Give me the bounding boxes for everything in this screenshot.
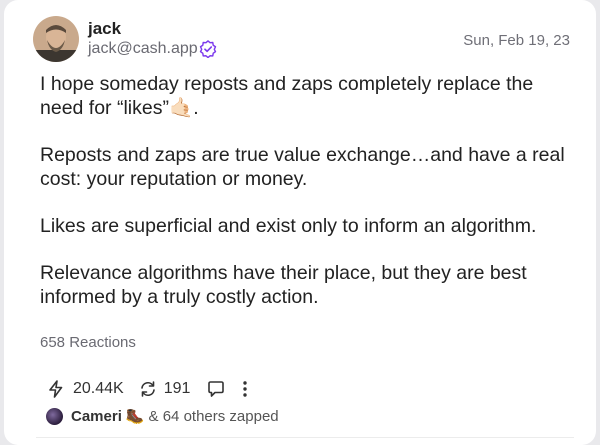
- repost-icon: [140, 381, 155, 397]
- lightning-icon: [49, 380, 63, 398]
- more-button[interactable]: [240, 379, 250, 399]
- author-handle[interactable]: jack@cash.app: [88, 40, 198, 58]
- reactions-count[interactable]: 658 Reactions: [40, 334, 136, 351]
- zapper-emoji: 🥾: [125, 408, 145, 425]
- author-name[interactable]: jack: [88, 19, 121, 39]
- post-paragraph: Relevance algorithms have their place, b…: [40, 262, 527, 308]
- more-icon: [243, 381, 248, 397]
- repost-count: 191: [163, 380, 191, 397]
- zapped-others: & 64 others zapped: [148, 407, 279, 425]
- avatar[interactable]: [33, 16, 79, 62]
- zap-button[interactable]: 20.44K: [46, 379, 124, 399]
- divider: [36, 437, 574, 438]
- repost-button[interactable]: 191: [138, 379, 191, 399]
- note-card: jack jack@cash.app Sun, Feb 19, 23 I hop…: [4, 0, 596, 445]
- post-paragraph: Likes are superficial and exist only to …: [40, 215, 537, 237]
- reply-button[interactable]: [206, 379, 226, 399]
- post-content: I hope someday reposts and zaps complete…: [40, 72, 580, 332]
- zapper-avatar: [46, 407, 63, 425]
- reply-icon: [208, 381, 225, 397]
- zapped-by[interactable]: Cameri 🥾 & 64 others zapped: [46, 406, 279, 426]
- zapper-name: Cameri: [71, 407, 122, 425]
- post-paragraph: I hope someday reposts and zaps complete…: [40, 73, 534, 119]
- action-bar: 20.44K 191: [46, 378, 250, 400]
- verified-badge-icon: [199, 40, 217, 58]
- zap-count: 20.44K: [73, 380, 124, 397]
- post-date[interactable]: Sun, Feb 19, 23: [463, 32, 570, 49]
- post-paragraph: Reposts and zaps are true value exchange…: [40, 144, 565, 190]
